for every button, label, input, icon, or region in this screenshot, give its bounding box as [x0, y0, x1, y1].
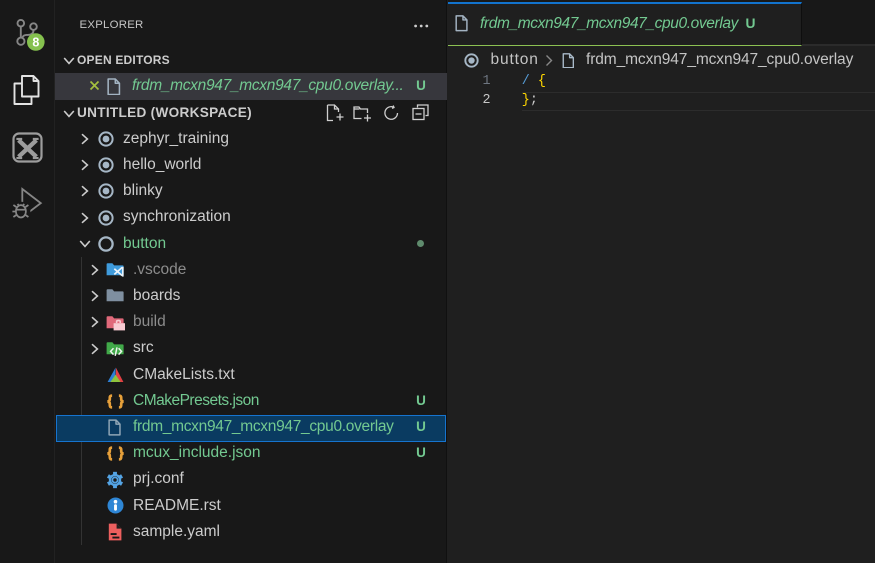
svg-text:8: 8 — [32, 36, 39, 50]
